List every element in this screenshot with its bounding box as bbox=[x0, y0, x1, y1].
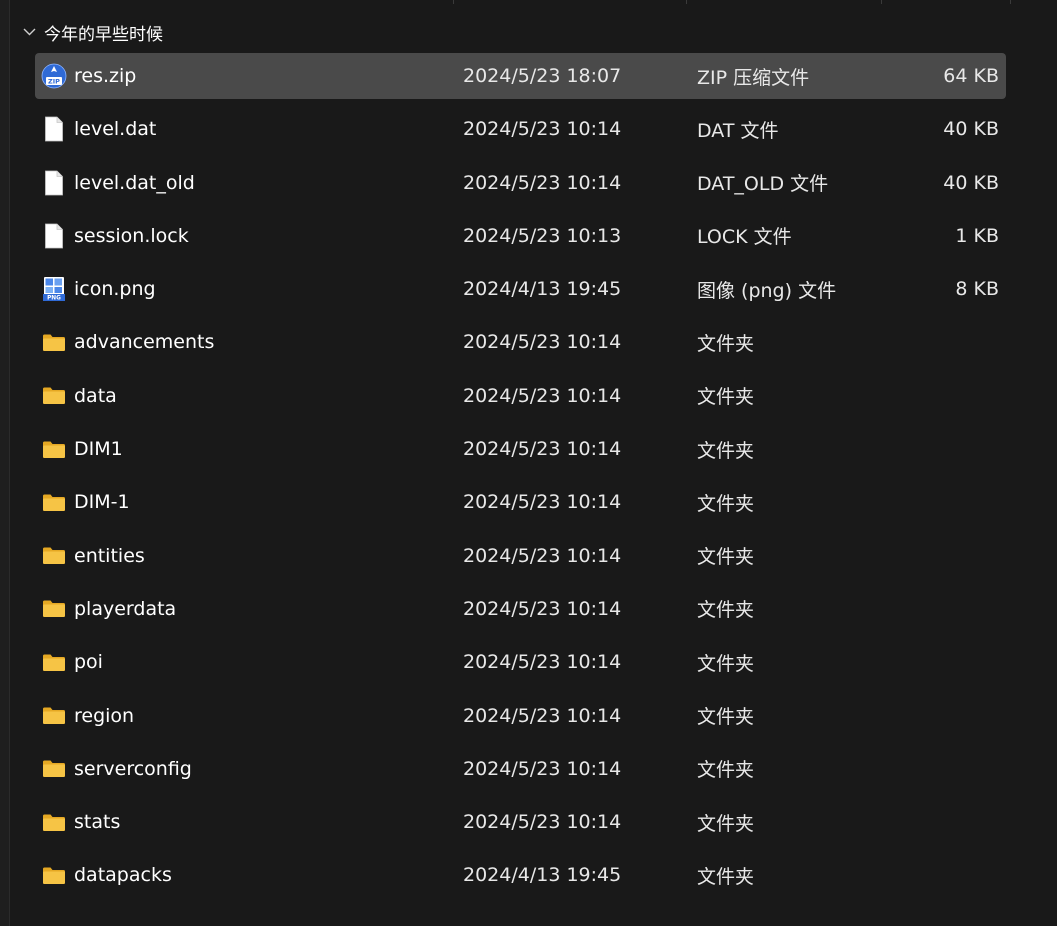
file-size: 1 KB bbox=[955, 224, 999, 247]
file-size: 8 KB bbox=[955, 278, 999, 301]
file-row[interactable]: level.dat 2024/5/23 10:14 DAT 文件 40 KB bbox=[35, 106, 1006, 152]
file-type: 文件夹 bbox=[697, 599, 755, 622]
file-row[interactable]: session.lock 2024/5/23 10:13 LOCK 文件 1 KB bbox=[35, 213, 1006, 259]
file-name: res.zip bbox=[74, 65, 137, 87]
column-divider-type[interactable] bbox=[686, 0, 687, 4]
file-row[interactable]: level.dat_old 2024/5/23 10:14 DAT_OLD 文件 40… bbox=[35, 160, 1006, 206]
file-name: datapacks bbox=[74, 864, 172, 887]
file-icon bbox=[41, 213, 67, 259]
file-date-modified: 2024/5/23 10:14 bbox=[463, 704, 622, 727]
file-row[interactable]: data 2024/5/23 10:14 文件夹 bbox=[35, 373, 1006, 419]
file-date-modified: 2024/5/23 10:13 bbox=[463, 224, 622, 247]
file-row[interactable]: playerdata 2024/5/23 10:14 文件夹 bbox=[35, 586, 1006, 632]
file-type: DAT 文件 bbox=[697, 119, 779, 142]
file-size: 40 KB bbox=[943, 171, 999, 194]
folder-icon bbox=[41, 373, 67, 419]
svg-text:ZIP: ZIP bbox=[48, 78, 60, 86]
file-type: LOCK 文件 bbox=[697, 226, 792, 249]
file-type: 文件夹 bbox=[697, 439, 755, 462]
file-row[interactable]: advancements 2024/5/23 10:14 文件夹 bbox=[35, 319, 1006, 365]
file-row[interactable]: region 2024/5/23 10:14 文件夹 bbox=[35, 693, 1006, 739]
file-date-modified: 2024/5/23 10:14 bbox=[463, 118, 622, 141]
file-name: poi bbox=[74, 651, 103, 674]
file-name: entities bbox=[74, 544, 145, 567]
svg-text:PNG: PNG bbox=[47, 296, 61, 302]
file-type: ZIP 压缩文件 bbox=[697, 66, 810, 89]
folder-icon bbox=[41, 426, 67, 472]
group-header[interactable]: 今年的早些时候 bbox=[22, 18, 163, 46]
file-name: advancements bbox=[74, 331, 215, 354]
file-type: 文件夹 bbox=[697, 386, 755, 409]
file-type: DAT_OLD 文件 bbox=[697, 173, 829, 196]
file-name: playerdata bbox=[74, 597, 177, 620]
file-date-modified: 2024/5/23 10:14 bbox=[463, 597, 622, 620]
file-type: 文件夹 bbox=[697, 812, 755, 835]
file-size: 64 KB bbox=[943, 65, 999, 87]
file-type: 文件夹 bbox=[697, 492, 755, 515]
file-name: DIM1 bbox=[74, 438, 123, 461]
file-row[interactable]: poi 2024/5/23 10:14 文件夹 bbox=[35, 639, 1006, 685]
png-icon: PNG bbox=[41, 266, 67, 312]
zip-icon: ZIP bbox=[41, 53, 67, 99]
file-size: 40 KB bbox=[943, 118, 999, 141]
group-header-label: 今年的早些时候 bbox=[44, 24, 163, 45]
folder-icon bbox=[41, 852, 67, 898]
folder-icon bbox=[41, 746, 67, 792]
file-type: 文件夹 bbox=[697, 706, 755, 729]
folder-icon bbox=[41, 639, 67, 685]
file-name: DIM-1 bbox=[74, 491, 130, 514]
file-type: 文件夹 bbox=[697, 652, 755, 675]
folder-icon bbox=[41, 479, 67, 525]
file-type: 文件夹 bbox=[697, 865, 755, 888]
file-icon bbox=[41, 106, 67, 152]
navigation-pane-edge bbox=[0, 0, 10, 926]
file-row[interactable]: datapacks 2024/4/13 19:45 文件夹 bbox=[35, 852, 1006, 898]
file-row[interactable]: DIM1 2024/5/23 10:14 文件夹 bbox=[35, 426, 1006, 472]
file-date-modified: 2024/5/23 10:14 bbox=[463, 651, 622, 674]
file-type: 图像 (png) 文件 bbox=[697, 279, 837, 302]
file-row[interactable]: stats 2024/5/23 10:14 文件夹 bbox=[35, 799, 1006, 845]
file-date-modified: 2024/5/23 10:14 bbox=[463, 811, 622, 834]
file-date-modified: 2024/4/13 19:45 bbox=[463, 864, 622, 887]
file-date-modified: 2024/5/23 10:14 bbox=[463, 438, 622, 461]
file-name: level.dat bbox=[74, 118, 157, 141]
folder-icon bbox=[41, 586, 67, 632]
file-name: region bbox=[74, 704, 135, 727]
file-name: session.lock bbox=[74, 224, 189, 247]
column-divider-date[interactable] bbox=[453, 0, 454, 4]
file-date-modified: 2024/5/23 10:14 bbox=[463, 491, 622, 514]
file-row[interactable]: DIM-1 2024/5/23 10:14 文件夹 bbox=[35, 479, 1006, 525]
file-icon bbox=[41, 160, 67, 206]
file-date-modified: 2024/5/23 10:14 bbox=[463, 331, 622, 354]
file-type: 文件夹 bbox=[697, 759, 755, 782]
file-date-modified: 2024/5/23 18:07 bbox=[463, 65, 622, 87]
folder-icon bbox=[41, 693, 67, 739]
file-date-modified: 2024/5/23 10:14 bbox=[463, 544, 622, 567]
file-name: stats bbox=[74, 811, 121, 834]
file-name: data bbox=[74, 384, 117, 407]
file-date-modified: 2024/5/23 10:14 bbox=[463, 171, 622, 194]
file-date-modified: 2024/5/23 10:14 bbox=[463, 757, 622, 780]
folder-icon bbox=[41, 533, 67, 579]
file-name: level.dat_old bbox=[74, 171, 195, 194]
file-name: serverconfig bbox=[74, 757, 192, 780]
column-divider-size[interactable] bbox=[881, 0, 882, 4]
file-type: 文件夹 bbox=[697, 546, 755, 569]
file-date-modified: 2024/5/23 10:14 bbox=[463, 384, 622, 407]
file-list: ZIP res.zip 2024/5/23 18:07 ZIP 压缩文件 64 KB le… bbox=[35, 53, 1006, 906]
file-row[interactable]: ZIP res.zip 2024/5/23 18:07 ZIP 压缩文件 64 KB bbox=[35, 53, 1006, 99]
file-row[interactable]: entities 2024/5/23 10:14 文件夹 bbox=[35, 533, 1006, 579]
file-row[interactable]: serverconfig 2024/5/23 10:14 文件夹 bbox=[35, 746, 1006, 792]
file-name: icon.png bbox=[74, 278, 156, 301]
folder-icon bbox=[41, 799, 67, 845]
file-row[interactable]: PNG icon.png 2024/4/13 19:45 图像 (png) 文件 8 K… bbox=[35, 266, 1006, 312]
file-explorer-pane: 今年的早些时候 ZIP res.zip 2024/5/23 18:07 ZIP 压缩文… bbox=[0, 0, 1057, 926]
folder-icon bbox=[41, 319, 67, 365]
chevron-down-icon[interactable] bbox=[22, 25, 36, 39]
file-type: 文件夹 bbox=[697, 332, 755, 355]
column-divider-end[interactable] bbox=[1010, 0, 1011, 4]
file-date-modified: 2024/4/13 19:45 bbox=[463, 278, 622, 301]
